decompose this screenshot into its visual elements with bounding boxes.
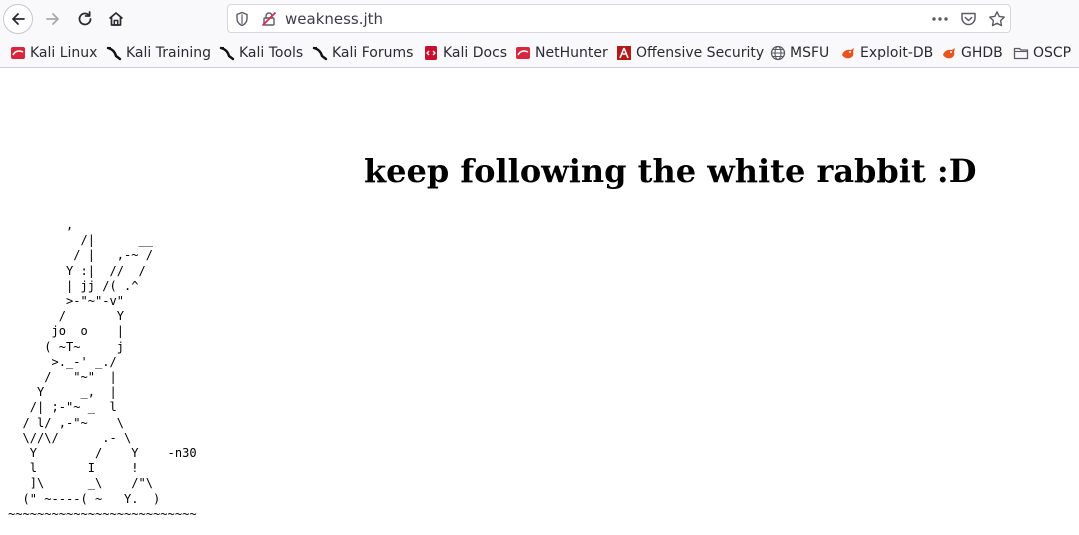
reload-button[interactable] xyxy=(70,4,100,34)
bookmark-label: Kali Linux xyxy=(30,45,98,61)
reload-icon xyxy=(78,11,92,26)
nethunter-icon xyxy=(516,47,530,59)
bookmark-nethunter[interactable]: NetHunter xyxy=(515,44,608,62)
bookmark-kali-training[interactable]: Kali Training xyxy=(106,44,211,62)
bookmark-kali-docs[interactable]: Kali Docs xyxy=(423,44,507,62)
bookmark-label: Offensive Security xyxy=(636,45,765,61)
browser-toolbar: weakness.jth xyxy=(0,0,1079,38)
bookmark-kali-forums[interactable]: Kali Forums xyxy=(312,44,413,62)
bookmark-offensive-security[interactable]: Offensive Security xyxy=(616,44,764,62)
address-bar[interactable]: weakness.jth xyxy=(227,4,1011,33)
insecure-connection-icon[interactable] xyxy=(261,11,277,27)
bookmark-oscp[interactable]: OSCP xyxy=(1013,44,1071,62)
kali-dragon-icon xyxy=(312,46,328,61)
page-heading: keep following the white rabbit :D xyxy=(364,152,977,190)
folder-icon xyxy=(1013,47,1029,60)
kali-linux-icon xyxy=(11,47,25,59)
bookmark-label: Kali Docs xyxy=(443,45,508,61)
bookmark-label: Exploit-DB xyxy=(860,45,934,61)
bookmark-label: Kali Tools xyxy=(239,45,304,61)
bookmark-label: GHDB xyxy=(961,45,1003,61)
back-arrow-icon xyxy=(12,13,25,25)
shield-icon[interactable] xyxy=(234,11,250,27)
page-actions-icon[interactable] xyxy=(931,11,949,27)
offsec-icon xyxy=(617,46,631,60)
bookmark-star-icon[interactable] xyxy=(988,10,1006,28)
bookmark-label: Kali Training xyxy=(126,45,211,61)
exploit-db-icon xyxy=(842,48,854,59)
bookmark-exploit-db[interactable]: Exploit-DB xyxy=(840,44,933,62)
bookmark-ghdb[interactable]: GHDB xyxy=(941,44,1003,62)
bookmark-label: OSCP xyxy=(1033,45,1072,61)
forward-arrow-icon xyxy=(46,13,59,25)
bookmark-label: Kali Forums xyxy=(332,45,414,61)
home-icon xyxy=(108,12,124,26)
bookmark-label: MSFU xyxy=(790,45,830,61)
url-text[interactable]: weakness.jth xyxy=(285,10,383,28)
bookmark-kali-tools[interactable]: Kali Tools xyxy=(219,44,303,62)
bookmark-kali-linux[interactable]: Kali Linux xyxy=(10,44,97,62)
bookmark-label: NetHunter xyxy=(535,45,608,61)
back-button[interactable] xyxy=(3,4,33,34)
forward-button[interactable] xyxy=(38,4,68,34)
home-button[interactable] xyxy=(101,4,131,34)
ghdb-icon xyxy=(943,48,955,59)
bookmark-msfu[interactable]: MSFU xyxy=(770,44,829,62)
kali-dragon-icon xyxy=(106,46,122,61)
kali-dragon-icon xyxy=(219,46,235,61)
kali-docs-icon xyxy=(425,46,437,60)
pocket-icon[interactable] xyxy=(960,11,977,27)
ascii-rabbit-art: , /| __ / | ,-~ / Y :| // / | jj /( .^ >… xyxy=(8,218,197,521)
globe-icon xyxy=(770,45,786,61)
bookmarks-toolbar: Kali Linux Kali Training Kali Tools Kali… xyxy=(0,38,1079,68)
